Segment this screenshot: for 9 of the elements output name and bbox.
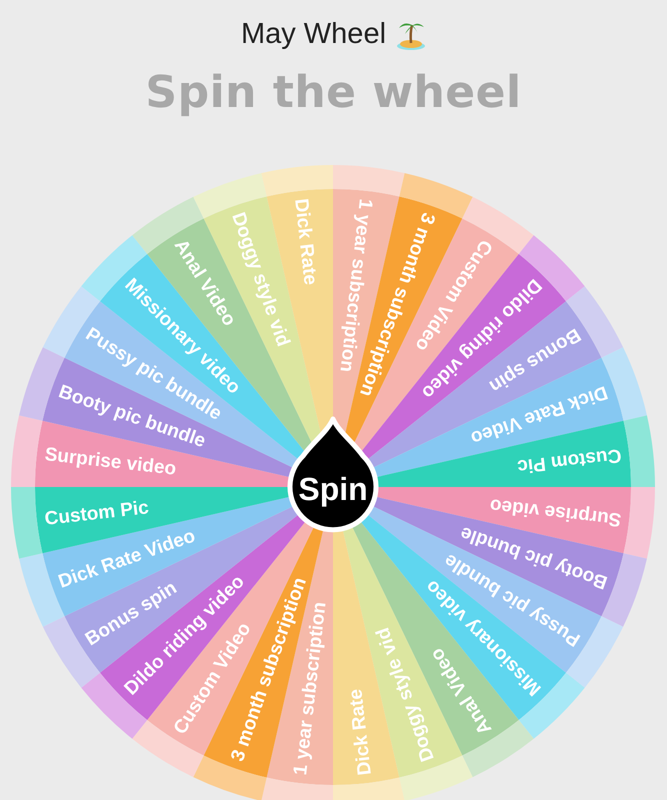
segment-label: Dick Rate [345, 688, 376, 776]
wheel-heading: Spin the wheel [145, 67, 522, 118]
segment-label: Surprise video [44, 444, 178, 480]
segment-label: Custom Pic [44, 497, 150, 530]
spin-button[interactable]: Spin [288, 416, 378, 532]
segment-label: Dick Rate [290, 198, 321, 286]
wheel-title: May Wheel [240, 18, 386, 51]
segment-label: Surprise video [488, 494, 622, 530]
segment-label: Custom Pic [516, 444, 622, 477]
